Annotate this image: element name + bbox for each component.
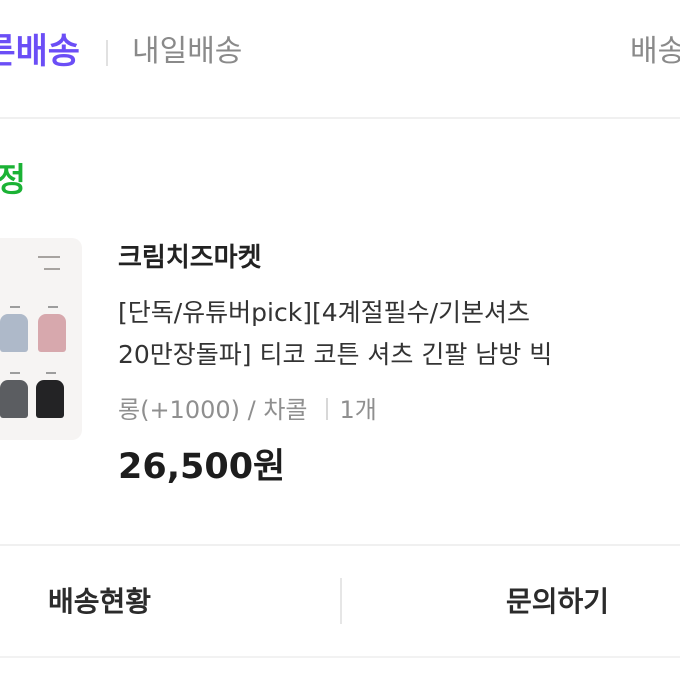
tab-fast-delivery[interactable]: 빠른배송 [0,30,80,74]
tab-delivery-label: 배송 [630,34,680,69]
thumbnail-caption-line [44,268,60,270]
option-divider [325,398,328,420]
delivery-status-text: 배송예정 [0,160,26,199]
product-quantity: 1개 [339,396,377,424]
shirt-black-image [36,380,64,418]
shirt-blue-image [0,314,28,352]
delivery-tab-bar: 빠른배송 내일배송 배송 [0,0,680,104]
color-tag [46,372,56,374]
delivery-status-heading: 배송예정 [0,158,26,202]
shirt-pink-image [38,314,66,352]
shirt-charcoal-image [0,380,28,418]
product-title-line-2: 20만장돌파] 티코 코튼 셔츠 긴팔 남방 빅 [118,340,553,369]
product-title-line-1: [단독/유튜버pick][4계절필수/기본셔츠 [118,298,531,327]
seller-name[interactable]: 크림치즈마켓 [118,240,262,276]
order-detail-screen: 빠른배송 내일배송 배송 배송예정 크림치즈마켓 [단독/유튜버pick][4계… [0,0,680,680]
section-divider [0,544,680,546]
tab-tomorrow-delivery[interactable]: 내일배송 [132,30,242,74]
product-title[interactable]: [단독/유튜버pick][4계절필수/기본셔츠 20만장돌파] 티코 코튼 셔츠… [118,292,680,376]
button-divider [340,578,342,624]
section-divider [0,656,680,658]
product-option-row: 롱(+1000) / 차콜 1개 [118,390,377,430]
color-tag [10,372,20,374]
inquiry-button[interactable]: 문의하기 [506,560,609,644]
section-divider [0,117,680,119]
tab-fast-delivery-label: 빠른배송 [0,32,80,72]
product-option: 롱(+1000) / 차콜 [118,396,308,424]
delivery-status-button[interactable]: 배송현황 [48,560,151,644]
product-thumbnail[interactable] [0,238,82,440]
tab-divider [106,40,108,66]
color-tag [48,306,58,308]
color-tag [10,306,20,308]
tab-delivery[interactable]: 배송 [630,30,680,74]
thumbnail-caption-line [38,256,60,258]
product-price: 26,500원 [118,447,286,487]
